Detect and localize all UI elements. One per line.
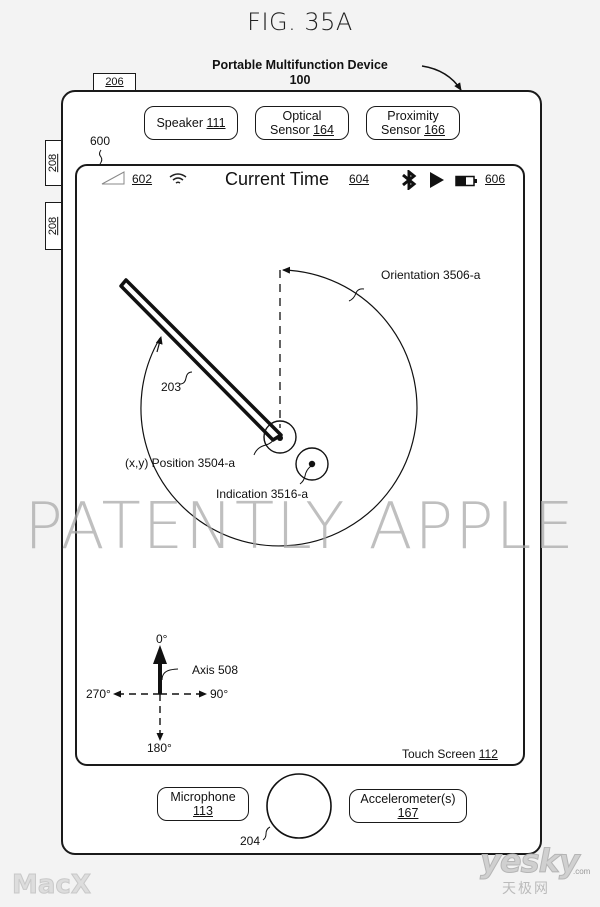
accelerometer-box: Accelerometer(s) 167 [349,789,467,823]
microphone-box: Microphone 113 [157,787,249,821]
microphone-ref: 113 [193,804,213,818]
axis-label-0: 0° [156,632,168,646]
orientation-label: Orientation 3506-a [381,268,481,282]
device-pointer-arrow [421,65,462,91]
diagram-graphics [99,65,462,841]
axis-label: Axis 508 [192,663,239,677]
home-button-leader [262,826,271,841]
indication-leader [299,465,312,485]
watermark-yesky: yesky [480,842,581,881]
screen-ref-leader [99,149,103,165]
microphone-label: Microphone [170,790,236,804]
stylus-leader [179,371,193,385]
stylus [119,278,283,442]
axis-label-90: 90° [210,687,229,701]
indication-dot [308,460,316,468]
touch-screen-ref: 112 [478,747,498,761]
accelerometer-ref: 167 [397,806,419,820]
position-label: (x,y) Position 3504-a [125,456,236,470]
touch-screen-label: Touch Screen 112 [402,747,498,761]
watermark-yesky-sub: 天极网 [502,880,550,896]
accelerometer-label: Accelerometer(s) [360,792,456,806]
axis-label-180: 180° [147,741,172,755]
indication-label: Indication 3516-a [216,487,309,501]
watermark-yesky-com: .com [573,867,591,876]
home-button-ref: 204 [240,834,261,848]
axis-label-270: 270° [86,687,111,701]
watermark-macx: MacX [12,870,92,901]
stylus-ref: 203 [161,380,182,394]
touch-screen-label-text: Touch Screen [402,747,476,761]
orientation-arc [140,266,418,547]
axis-508 [113,645,207,741]
home-button[interactable] [267,774,331,838]
